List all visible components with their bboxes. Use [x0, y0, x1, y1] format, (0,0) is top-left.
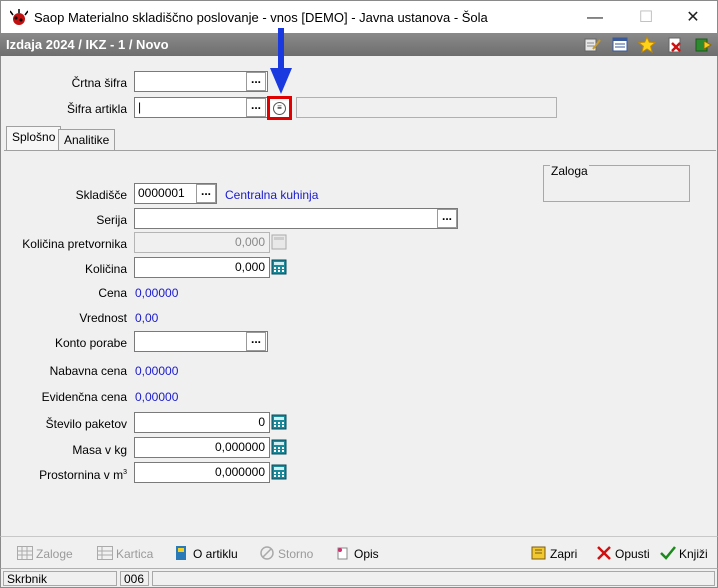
- calculator-icon[interactable]: [271, 414, 287, 430]
- app-bug-icon: [10, 9, 28, 25]
- sifra-artikla-browse-button[interactable]: ...: [246, 98, 266, 117]
- info-list-icon: ≡: [273, 102, 286, 115]
- masa-input[interactable]: 0,000000: [134, 437, 270, 458]
- zapri-button[interactable]: Zapri: [531, 546, 577, 561]
- article-info-button[interactable]: ≡: [267, 96, 292, 120]
- discard-x-icon: [597, 546, 611, 560]
- cancel-circle-icon: [260, 546, 274, 560]
- serija-browse-button[interactable]: ...: [437, 209, 457, 228]
- tab-analitike[interactable]: Analitike: [58, 129, 116, 151]
- konto-porabe-label: Konto porabe: [54, 336, 127, 350]
- action-bar: Zaloge Kartica O artiklu Storno Opis Zap…: [0, 536, 718, 568]
- cena-value: 0,00000: [135, 286, 179, 300]
- calculator-icon[interactable]: [271, 259, 287, 275]
- kartica-button[interactable]: Kartica: [97, 546, 153, 561]
- status-user: Skrbnik: [3, 571, 117, 586]
- masa-label: Masa v kg: [72, 443, 127, 457]
- article-name-display: [296, 97, 557, 118]
- nabavna-cena-value: 0,00000: [135, 364, 179, 378]
- blue-arrow-annotation: [270, 28, 292, 94]
- evidencna-cena-value: 0,00000: [135, 390, 179, 404]
- calculator-icon[interactable]: [271, 439, 287, 455]
- list-view-icon[interactable]: [611, 36, 629, 53]
- window-title: Saop Materialno skladiščno poslovanje - …: [34, 10, 488, 25]
- vrednost-value: 0,00: [135, 311, 159, 325]
- crtna-sifra-label: Črtna šifra: [71, 76, 127, 90]
- favorite-star-icon[interactable]: [638, 36, 656, 53]
- tab-splosno[interactable]: Splošno: [6, 126, 62, 151]
- kolicina-pretvornika-input: 0,000: [134, 232, 270, 253]
- evidencna-cena-label: Evidenčna cena: [41, 390, 127, 404]
- crtna-sifra-browse-button[interactable]: ...: [246, 72, 266, 91]
- edit-note-icon[interactable]: [583, 36, 601, 53]
- calculator-icon: [271, 234, 287, 250]
- status-bar: Skrbnik 006: [0, 568, 718, 588]
- zaloga-group-label: Zaloga: [550, 164, 589, 178]
- form-header-bar: Izdaja 2024 / IKZ - 1 / Novo: [0, 33, 718, 56]
- stevilo-paketov-input[interactable]: 0: [134, 412, 270, 433]
- calculator-icon[interactable]: [271, 464, 287, 480]
- prostornina-label: Prostornina v m3: [39, 468, 127, 482]
- storno-button[interactable]: Storno: [259, 546, 313, 561]
- nabavna-cena-label: Nabavna cena: [49, 364, 127, 378]
- kolicina-input[interactable]: 0,000: [134, 257, 270, 278]
- close-button[interactable]: ✕: [673, 6, 713, 30]
- skladisce-name: Centralna kuhinja: [225, 188, 319, 202]
- serija-input[interactable]: [134, 208, 458, 229]
- status-code: 006: [120, 571, 149, 586]
- cena-label: Cena: [98, 286, 127, 300]
- prostornina-input[interactable]: 0,000000: [134, 462, 270, 483]
- window-titlebar: Saop Materialno skladiščno poslovanje - …: [0, 0, 718, 33]
- knjizi-button[interactable]: Knjiži: [660, 546, 708, 561]
- o-artiklu-button[interactable]: O artiklu: [174, 546, 238, 561]
- skladisce-browse-button[interactable]: ...: [196, 184, 216, 203]
- article-info-icon: [176, 546, 186, 560]
- description-icon: [337, 547, 348, 560]
- exit-book-icon[interactable]: [694, 36, 712, 53]
- card-grid-icon: [97, 546, 113, 560]
- vrednost-label: Vrednost: [79, 311, 127, 325]
- grid-icon: [17, 546, 33, 560]
- kolicina-pretvornika-label: Količina pretvornika: [22, 237, 127, 251]
- status-message: [152, 571, 715, 586]
- zaloge-button[interactable]: Zaloge: [17, 546, 73, 561]
- minimize-button[interactable]: —: [575, 6, 615, 30]
- form-subtitle: Izdaja 2024 / IKZ - 1 / Novo: [6, 37, 169, 52]
- konto-porabe-browse-button[interactable]: ...: [246, 332, 266, 351]
- sifra-artikla-label: Šifra artikla: [66, 102, 127, 116]
- stevilo-paketov-label: Število paketov: [45, 417, 127, 431]
- checkmark-icon: [660, 546, 676, 560]
- opis-button[interactable]: Opis: [335, 546, 379, 561]
- delete-document-icon[interactable]: [666, 36, 684, 53]
- serija-label: Serija: [96, 213, 127, 227]
- maximize-button[interactable]: ☐: [626, 6, 666, 30]
- opusti-button[interactable]: Opusti: [596, 546, 650, 561]
- zaloga-group: Zaloga: [543, 164, 690, 202]
- kolicina-label: Količina: [84, 262, 127, 276]
- skladisce-label: Skladišče: [75, 188, 127, 202]
- close-book-icon: [531, 546, 546, 560]
